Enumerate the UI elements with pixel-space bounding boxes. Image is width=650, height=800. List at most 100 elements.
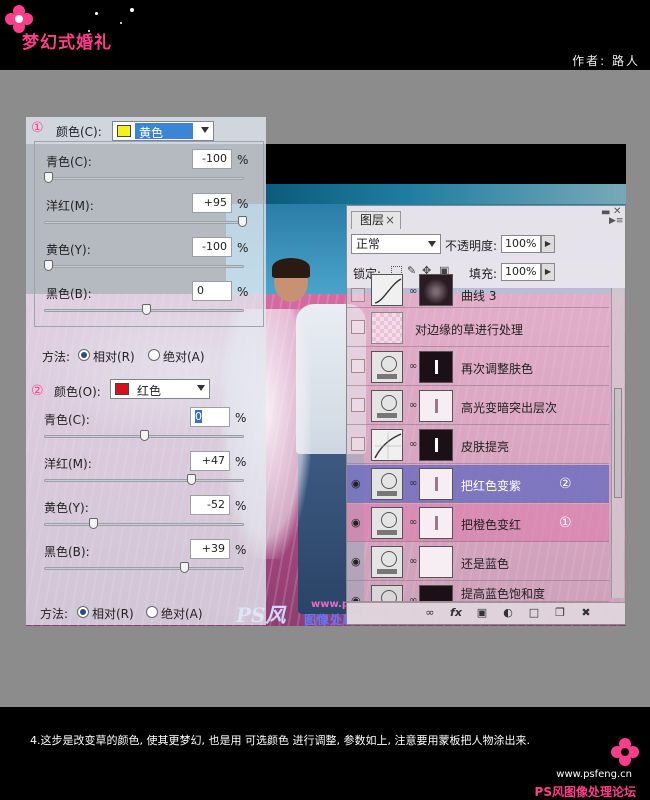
slider-thumb[interactable] [89, 518, 98, 529]
relative-radio-2[interactable] [77, 606, 89, 618]
chevron-down-icon [428, 241, 436, 247]
lock-brush-icon[interactable]: ✎ [407, 265, 418, 276]
layer-row[interactable]: ◉ ∞ 提高蓝色饱和度 [347, 582, 609, 602]
layer-name[interactable]: 对边缘的草进行处理 [415, 321, 523, 338]
layer-name[interactable]: 把橙色变红 [461, 516, 521, 533]
layer-name[interactable]: 把红色变紫 [461, 477, 521, 494]
layer-mask-thumbnail[interactable] [419, 468, 453, 500]
group-icon[interactable]: □ [527, 606, 541, 620]
layer-row[interactable]: ∞ 再次调整肤色 [347, 348, 609, 386]
step-2-marker: ② [31, 383, 44, 399]
absolute-radio[interactable] [148, 349, 160, 361]
slider-thumb[interactable] [180, 562, 189, 573]
layer-row[interactable]: ∞ 皮肤提亮 [347, 426, 609, 464]
layer-name[interactable]: 皮肤提亮 [461, 438, 509, 455]
link-icon[interactable]: ∞ [409, 556, 417, 567]
slider-label: 黄色(Y): [46, 243, 91, 257]
blend-mode-dropdown[interactable]: 正常 [351, 234, 441, 254]
link-icon[interactable]: ∞ [409, 517, 417, 528]
scroll-thumb[interactable] [614, 388, 622, 498]
layer-row[interactable]: ∞ 高光变暗突出层次 [347, 387, 609, 425]
link-icon[interactable]: ∞ [409, 595, 417, 601]
adjustment-icon[interactable]: ◐ [501, 606, 515, 620]
fill-stepper[interactable]: ▶ [541, 263, 555, 281]
link-icon[interactable]: ∞ [409, 478, 417, 489]
panel-menu-icon[interactable]: ▶≡ [609, 216, 623, 226]
visibility-toggle[interactable] [351, 288, 365, 302]
percent-sign: % [235, 499, 247, 513]
opacity-input[interactable]: 100% [501, 235, 541, 253]
visibility-toggle[interactable] [351, 359, 365, 373]
layer-mask-thumbnail[interactable] [419, 585, 453, 601]
layers-scrollbar[interactable] [611, 288, 624, 598]
yellow-value-input-2[interactable]: -52 [190, 495, 230, 515]
absolute-radio-2[interactable] [146, 606, 158, 618]
layer-name[interactable]: 再次调整肤色 [461, 360, 533, 377]
visibility-toggle[interactable] [351, 320, 365, 334]
cyan-value-input[interactable]: -100 [192, 149, 232, 169]
method-label: 方法: [40, 607, 69, 621]
layer-mask-thumbnail[interactable] [419, 546, 453, 578]
layer-mask-thumbnail[interactable] [419, 429, 453, 461]
colors-label: 颜色(O): [54, 385, 101, 399]
slider-track [44, 177, 244, 180]
visibility-toggle[interactable] [351, 437, 365, 451]
eye-icon[interactable]: ◉ [351, 516, 361, 529]
eye-icon[interactable]: ◉ [351, 477, 361, 490]
cyan-value-input-2[interactable]: 0 [190, 407, 230, 427]
trash-icon[interactable]: ✖ [579, 606, 593, 620]
instruction-text: 4.这步是改变草的颜色, 使其更梦幻, 也是用 可选颜色 进行调整, 参数如上,… [30, 734, 530, 747]
color-dropdown-yellow[interactable]: 黄色 [112, 121, 214, 141]
slider-thumb[interactable] [142, 304, 151, 315]
mask-icon[interactable]: ▣ [475, 606, 489, 620]
relative-label: 相对(R) [92, 607, 134, 621]
layer-name[interactable]: 还是蓝色 [461, 555, 509, 572]
link-icon[interactable]: ∞ [423, 606, 437, 620]
yellow-value-input[interactable]: -100 [192, 237, 232, 257]
opacity-stepper[interactable]: ▶ [541, 235, 555, 253]
slider-thumb[interactable] [187, 474, 196, 485]
slider-thumb[interactable] [44, 260, 53, 271]
layer-name[interactable]: 高光变暗突出层次 [461, 399, 557, 416]
black-value-input[interactable]: 0 [192, 281, 232, 301]
black-value-input-2[interactable]: +39 [190, 539, 230, 559]
selected-value-text: 0 [195, 410, 202, 423]
slider-label: 青色(C): [46, 155, 92, 169]
dropdown-value: 黄色 [139, 126, 164, 140]
fill-input[interactable]: 100% [501, 263, 541, 281]
fx-icon[interactable]: fx [449, 606, 463, 620]
link-icon[interactable]: ∞ [409, 361, 417, 372]
slider-row-magenta-2: 洋红(M): +47 % [26, 451, 266, 495]
layer-mask-thumbnail[interactable] [419, 274, 453, 306]
slider-thumb[interactable] [140, 430, 149, 441]
slider-thumb[interactable] [44, 172, 53, 183]
layer-row[interactable]: ∞ 曲线 3 [347, 274, 609, 308]
layer-row-selected[interactable]: ◉ ∞ 把红色变紫 ② [347, 465, 609, 503]
color-dropdown-red[interactable]: 红色 [110, 379, 210, 399]
tab-layers[interactable]: 图层 × [351, 211, 401, 229]
adjustment-layer-icon [371, 390, 403, 422]
close-icon[interactable]: × [385, 212, 395, 229]
layer-mask-thumbnail[interactable] [419, 507, 453, 539]
slider-row-cyan-2: 青色(C): 0 % [26, 407, 266, 451]
layer-row[interactable]: ◉ ∞ 还是蓝色 [347, 543, 609, 581]
layer-name[interactable]: 提高蓝色饱和度 [461, 585, 545, 601]
layer-mask-thumbnail[interactable] [419, 390, 453, 422]
layer-row[interactable]: 对边缘的草进行处理 [347, 309, 609, 347]
magenta-value-input[interactable]: +95 [192, 193, 232, 213]
link-icon[interactable]: ∞ [409, 439, 417, 450]
site-url[interactable]: www.psfeng.cn [556, 769, 632, 780]
link-icon[interactable]: ∞ [409, 286, 417, 297]
eye-icon[interactable]: ◉ [351, 555, 361, 568]
adjustment-layer-icon [371, 546, 403, 578]
magenta-value-input-2[interactable]: +47 [190, 451, 230, 471]
new-layer-icon[interactable]: ❐ [553, 606, 567, 620]
eye-icon[interactable]: ◉ [351, 594, 361, 601]
link-icon[interactable]: ∞ [409, 400, 417, 411]
relative-radio[interactable] [78, 349, 90, 361]
visibility-toggle[interactable] [351, 398, 365, 412]
layer-name[interactable]: 曲线 3 [461, 287, 496, 304]
layer-row[interactable]: ◉ ∞ 把橙色变红 ① [347, 504, 609, 542]
layer-mask-thumbnail[interactable] [419, 351, 453, 383]
slider-thumb[interactable] [238, 216, 247, 227]
